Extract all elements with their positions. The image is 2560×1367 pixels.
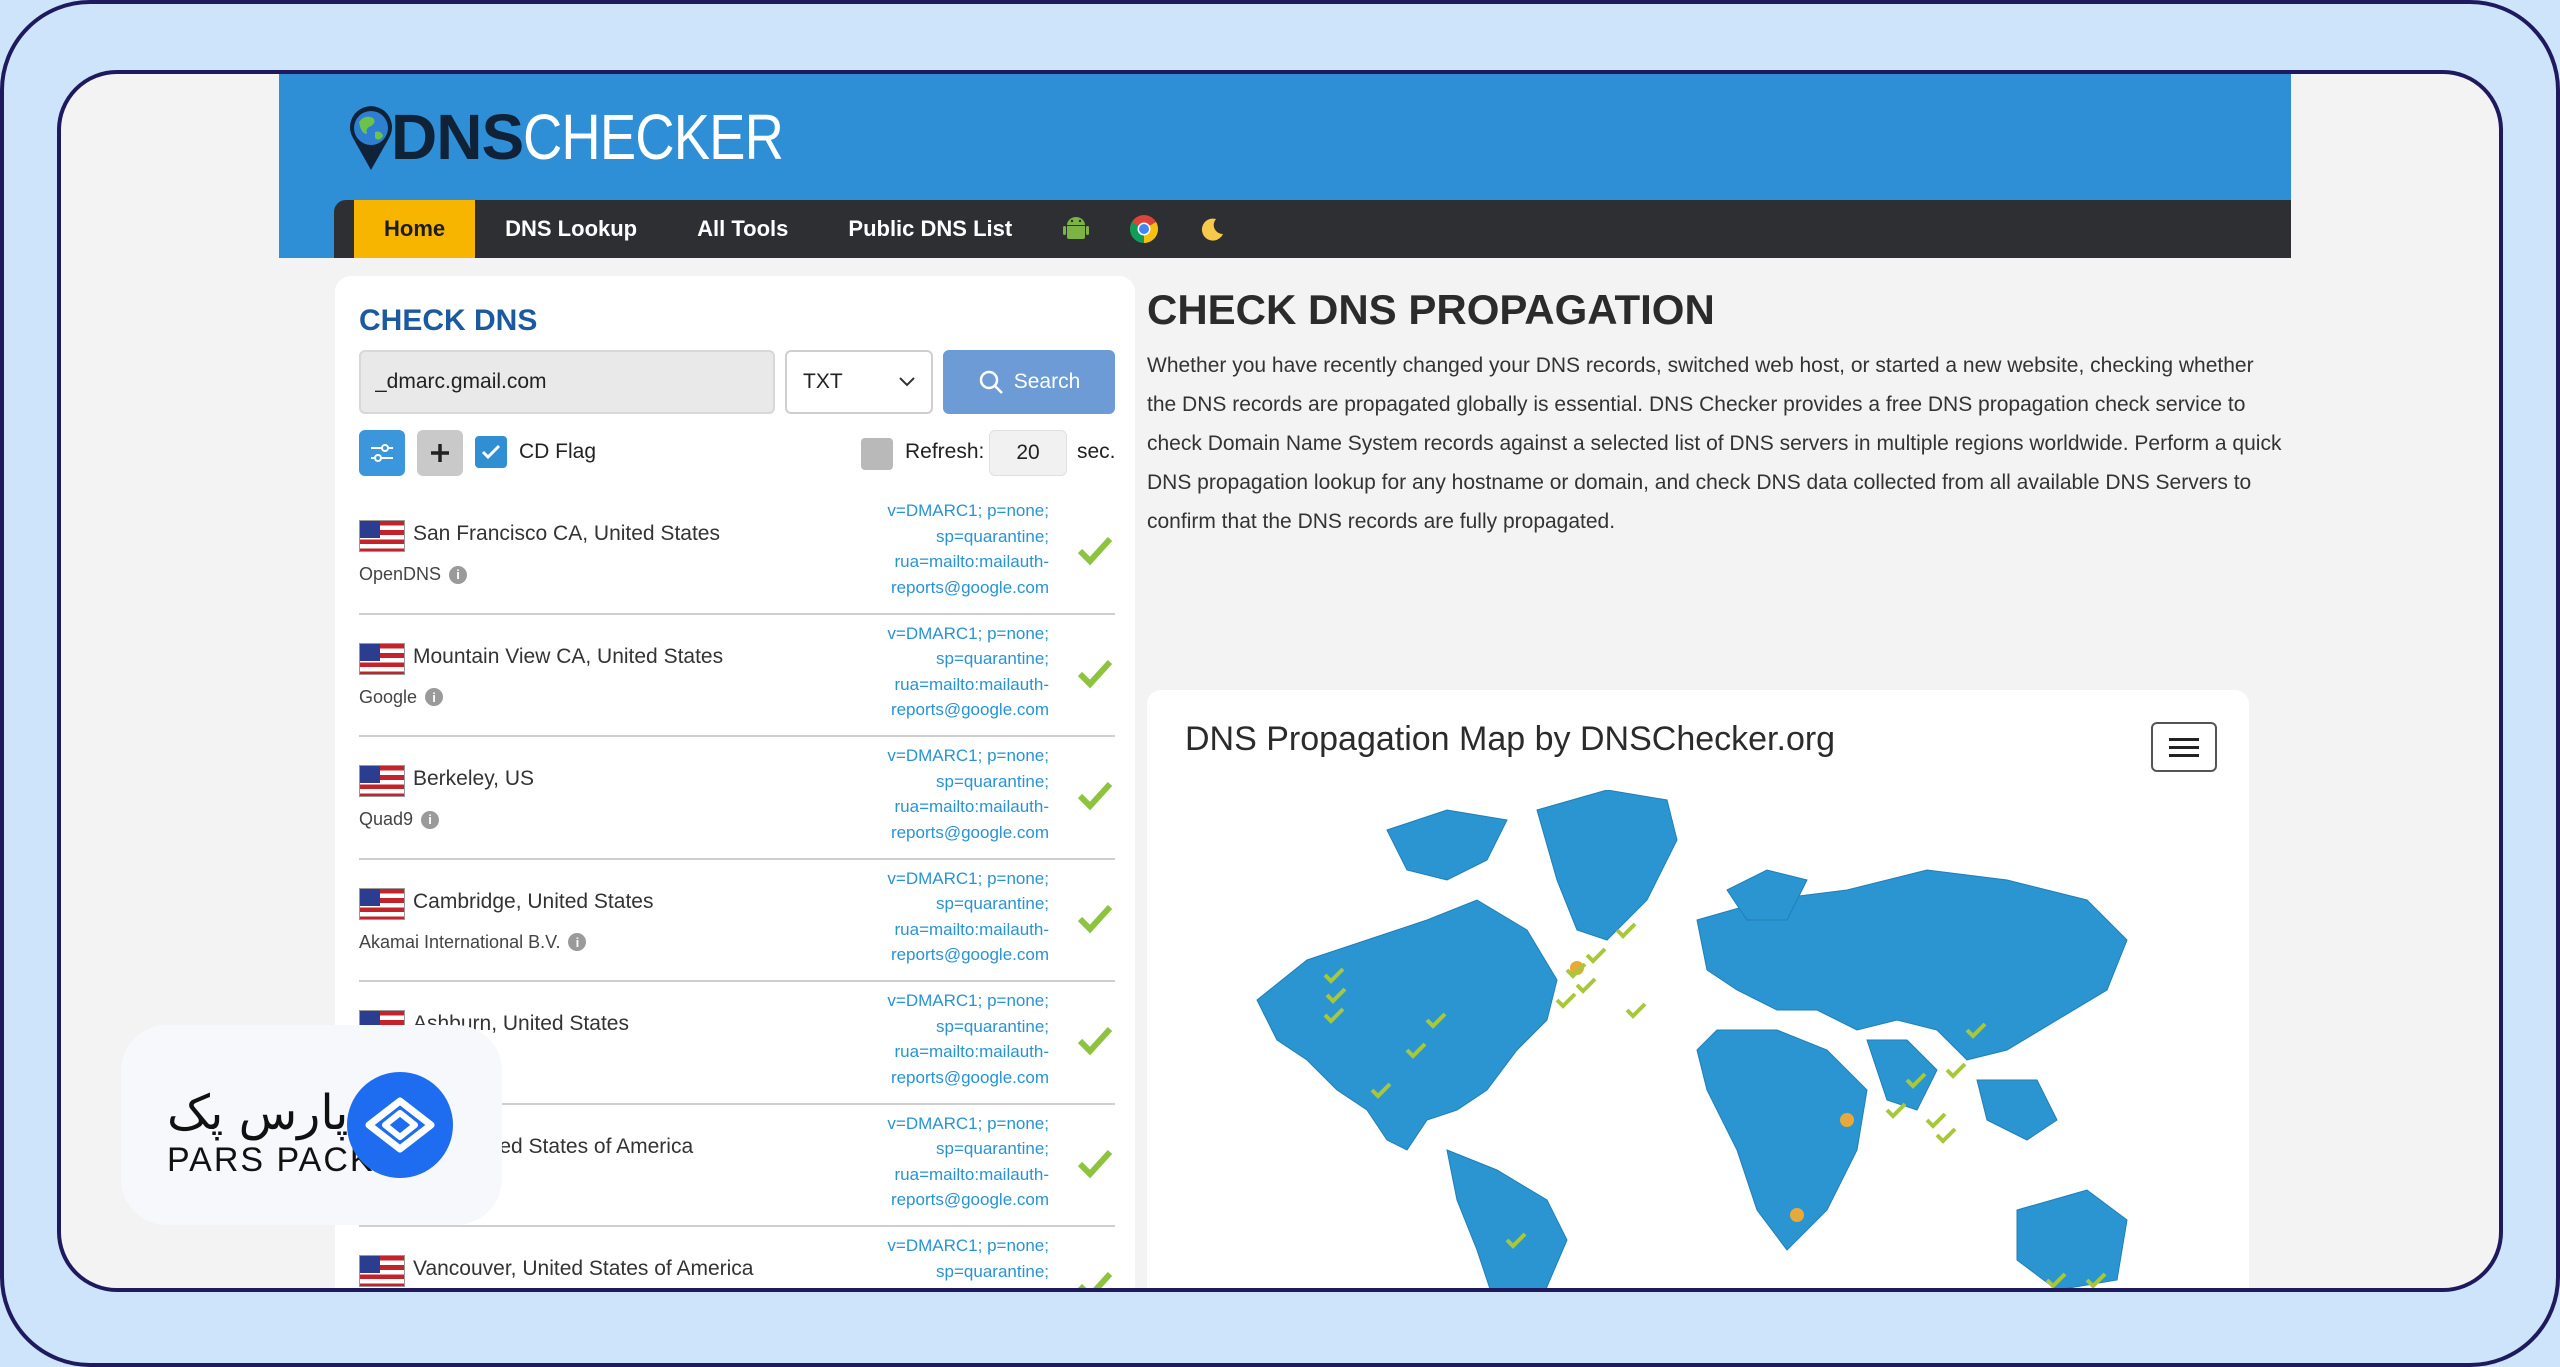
propagation-title: CHECK DNS PROPAGATION [1147,286,1715,333]
result-record: v=DMARC1; p=none; sp=quarantine; rua=mai… [887,746,1049,842]
propagation-map-card: DNS Propagation Map by DNSChecker.org [1147,690,2249,1288]
parspack-persian-text: پارس پک [167,1085,349,1141]
success-check-icon [1077,1026,1113,1056]
result-provider: Akamai International B.V. i [359,932,587,953]
success-check-icon [1078,1271,1113,1288]
menu-icon-bar [2169,745,2199,749]
result-row: San Francisco CA, United States OpenDNS i… [359,492,1115,615]
result-location: Berkeley, US [413,767,534,790]
result-row: Berkeley, US Quad9 i v=DMARC1; p=none; sp… [359,737,1115,860]
result-row: Cambridge, United States Akamai Internat… [359,860,1115,982]
cd-flag-label: CD Flag [519,440,597,463]
us-flag-icon [359,765,405,797]
success-check-icon [1077,659,1113,688]
dnschecker-site: DNSCHECKER Home DNS Lookup All Tools Pub… [279,74,2291,1288]
site-header: DNSCHECKER Home DNS Lookup All Tools Pub… [279,74,2291,258]
result-provider: OpenDNS i [359,564,468,585]
logo-wordmark: DNSCHECKER [391,101,784,173]
parspack-watermark: پارس پک PARS PACK [121,1025,502,1225]
android-icon[interactable] [1059,212,1093,246]
chevron-down-icon [899,377,915,387]
success-check-icon [1077,781,1113,811]
result-row: Mountain View CA, United States Google i … [359,615,1115,737]
parspack-logo-icon [347,1072,453,1178]
info-icon[interactable]: i [449,565,468,584]
filter-options-button[interactable] [359,430,405,476]
success-check-icon [1077,536,1113,566]
nav-dns-lookup[interactable]: DNS Lookup [475,200,667,258]
result-record: v=DMARC1; p=none; sp=quarantine; [887,1236,1049,1281]
record-type-select[interactable]: TXT [785,350,933,414]
result-record: v=DMARC1; p=none; sp=quarantine; rua=mai… [887,501,1049,597]
check-dns-title: CHECK DNS [359,304,538,337]
record-type-value: TXT [803,370,843,393]
result-provider: Quad9 i [359,809,440,830]
us-flag-icon [359,520,405,552]
checkmark-icon [481,444,501,460]
result-provider: Google i [359,687,444,708]
search-label: Search [1013,370,1081,393]
result-record: v=DMARC1; p=none; sp=quarantine; rua=mai… [887,868,1049,965]
refresh-checkbox[interactable] [861,438,893,470]
refresh-unit: sec. [1077,440,1116,463]
moon-icon[interactable] [1195,212,1229,246]
world-map [1256,790,2128,1288]
nav-public-dns-list[interactable]: Public DNS List [818,200,1042,258]
cd-flag-checkbox[interactable] [475,436,507,468]
success-check-icon [1077,1149,1113,1178]
propagation-description: Whether you have recently changed your D… [1147,354,2282,533]
chrome-icon[interactable] [1127,212,1161,246]
main-nav: Home DNS Lookup All Tools Public DNS Lis… [334,200,2291,258]
search-button[interactable]: Search [943,350,1115,414]
us-flag-icon [359,887,405,920]
parspack-english-text: PARS PACK [167,1141,375,1179]
success-check-icon [1077,904,1113,933]
sliders-icon [371,444,393,462]
add-server-button[interactable] [417,430,463,476]
map-menu-button[interactable] [2151,722,2217,772]
result-record: v=DMARC1; p=none; sp=quarantine; rua=mai… [887,623,1049,720]
result-location: Mountain View CA, United States [413,644,724,668]
result-record: v=DMARC1; p=none; sp=quarantine; rua=mai… [887,1113,1049,1210]
nav-home[interactable]: Home [354,200,476,258]
nav-all-tools[interactable]: All Tools [667,200,818,258]
menu-icon-bar [2169,737,2199,741]
us-flag-icon [359,1255,405,1287]
refresh-label: Refresh: [905,440,985,463]
result-record: v=DMARC1; p=none; sp=quarantine; rua=mai… [887,991,1049,1087]
plus-icon [431,444,449,462]
result-location: Cambridge, United States [413,889,654,913]
site-logo[interactable]: DNSCHECKER [345,92,829,182]
refresh-interval-input[interactable] [989,430,1067,476]
globe-pin-icon [350,106,392,170]
info-icon[interactable]: i [421,810,440,829]
search-icon [979,370,1003,394]
result-location: San Francisco CA, United States [413,522,720,545]
info-icon[interactable]: i [425,688,444,706]
result-row: Vancouver, United States of America v=DM… [359,1227,1115,1288]
result-location: Vancouver, United States of America [413,1257,754,1280]
menu-icon-bar [2169,753,2199,757]
info-icon[interactable]: i [568,933,587,951]
us-flag-icon [359,642,405,675]
domain-input[interactable] [359,350,775,414]
map-title: DNS Propagation Map by DNSChecker.org [1185,720,1836,758]
